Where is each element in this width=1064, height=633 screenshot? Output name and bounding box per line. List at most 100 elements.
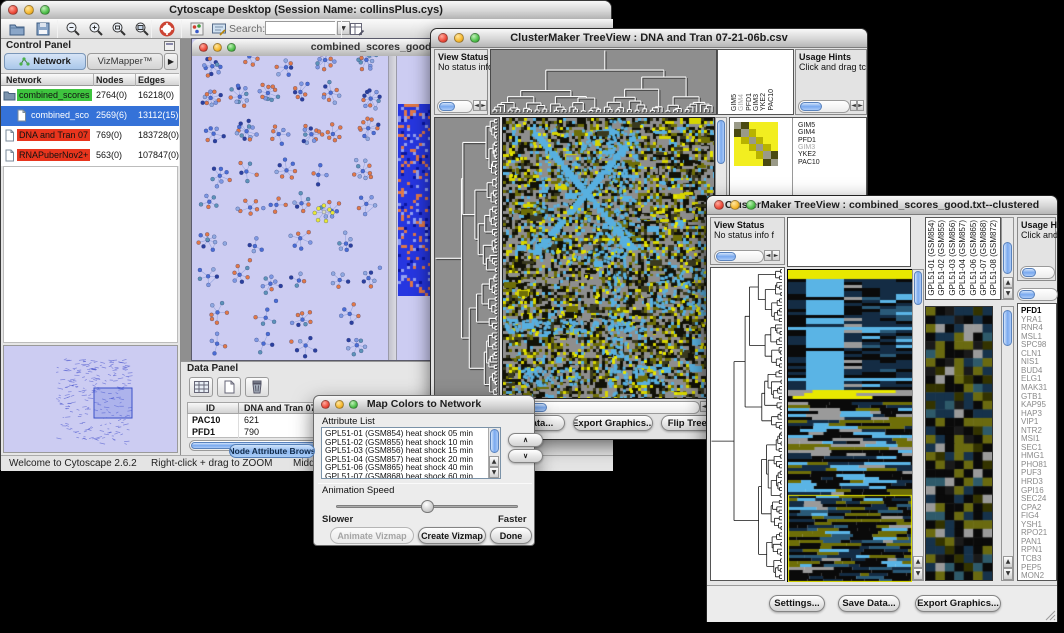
row-dendrogram[interactable] — [710, 267, 785, 581]
scrollbar-thumb[interactable] — [490, 429, 499, 453]
zoom-selected-region-icon[interactable] — [109, 19, 129, 39]
scrollbar-thumb[interactable] — [717, 120, 725, 164]
tab-network[interactable]: Network — [4, 53, 86, 70]
usage-hints-hscrollbar[interactable] — [798, 100, 850, 113]
heatmap-main[interactable] — [787, 269, 912, 582]
column-label[interactable]: GPL51-03 (GSM856) — [949, 220, 957, 296]
attribute-list-item[interactable]: GPL51-04 (GSM857) heat shock 20 min — [322, 455, 487, 464]
scroll-down-arrow[interactable]: ▼ — [1003, 288, 1013, 299]
scroll-down-arrow[interactable]: ▼ — [913, 568, 923, 580]
slider-thumb[interactable] — [421, 500, 434, 513]
col-nodes[interactable]: Nodes — [96, 75, 124, 85]
attribute-editor-icon[interactable] — [347, 19, 367, 39]
column-dendrogram[interactable] — [490, 49, 717, 115]
move-down-button[interactable]: ∨ — [508, 449, 543, 463]
table-grid-icon[interactable] — [189, 377, 213, 397]
close-button[interactable] — [321, 400, 330, 409]
network-table-row[interactable]: combined_sco2569(6)13112(15) — [1, 106, 179, 126]
zoom-fit-icon[interactable] — [132, 19, 152, 39]
attribute-list[interactable]: GPL51-01 (GSM854) heat shock 05 minGPL51… — [321, 427, 501, 479]
col-network[interactable]: Network — [6, 75, 42, 85]
close-button[interactable] — [438, 33, 448, 43]
network-table-row[interactable]: DNA and Tran 07769(0)183728(0) — [1, 126, 179, 146]
attribute-list-item[interactable]: GPL51-02 (GSM855) heat shock 10 min — [322, 438, 487, 447]
tab-vizmapper[interactable]: VizMapper™ — [87, 53, 163, 70]
attribute-list-vscrollbar[interactable]: ▲ ▼ — [488, 428, 500, 478]
main-window-titlebar[interactable]: Cytoscape Desktop (Session Name: collins… — [1, 1, 611, 20]
scroll-down-arrow[interactable]: ▼ — [489, 467, 499, 478]
gene-label[interactable]: HRD3 — [1021, 478, 1043, 486]
zoom-in-icon[interactable] — [86, 19, 106, 39]
new-attribute-icon[interactable] — [217, 377, 241, 397]
animation-speed-slider[interactable] — [336, 500, 518, 514]
minimize-button[interactable] — [335, 400, 344, 409]
delete-attribute-icon[interactable] — [245, 377, 269, 397]
scroll-left-arrow[interactable]: ◄ — [764, 250, 772, 261]
column-label[interactable]: GPL51-02 (GSM855) — [938, 220, 946, 296]
zoom-button[interactable] — [470, 33, 480, 43]
dialog-titlebar[interactable]: Map Colors to Network — [314, 396, 534, 414]
tab-overflow-arrow[interactable]: ▶ — [164, 53, 178, 70]
save-session-icon[interactable] — [33, 19, 53, 39]
minimize-button[interactable] — [454, 33, 464, 43]
close-button[interactable] — [8, 5, 18, 15]
network-table-row[interactable]: combined_scores2764(0)16218(0) — [1, 86, 179, 106]
scrollbar-thumb[interactable] — [914, 271, 922, 305]
annotation-icon[interactable] — [209, 19, 229, 39]
column-label[interactable]: GPL51-07 (GSM868) — [980, 220, 988, 296]
row-dendrogram[interactable] — [434, 117, 500, 397]
attribute-list-item[interactable]: GPL51-03 (GSM856) heat shock 15 min — [322, 446, 487, 455]
scroll-up-arrow[interactable]: ▲ — [489, 456, 499, 467]
gene-label[interactable]: SEC24 — [1021, 495, 1046, 503]
resize-grip[interactable] — [1044, 609, 1056, 621]
zoom-button[interactable] — [227, 43, 236, 52]
zoom-button[interactable] — [349, 400, 358, 409]
treeview-button-export-graphics-[interactable]: Export Graphics... — [573, 415, 653, 431]
gene-label[interactable]: KAP95 — [1021, 401, 1046, 409]
column-label[interactable]: GPL51-08 (GSM872) — [990, 220, 998, 296]
vizmap-palette-icon[interactable] — [187, 19, 207, 39]
gene-label[interactable]: FIG4 — [1021, 512, 1039, 520]
treeview-dna-titlebar[interactable]: ClusterMaker TreeView : DNA and Tran 07-… — [431, 29, 867, 48]
help-icon[interactable] — [157, 19, 177, 39]
attribute-list-item[interactable]: GPL51-07 (GSM868) heat shock 60 min — [322, 472, 487, 479]
move-up-button[interactable]: ∧ — [508, 433, 543, 447]
column-labels-vscrollbar[interactable]: ▲ ▼ — [1001, 217, 1014, 300]
open-session-icon[interactable] — [7, 19, 27, 39]
attribute-list-item[interactable]: GPL51-01 (GSM854) heat shock 05 min — [322, 429, 487, 438]
scroll-up-arrow[interactable]: ▲ — [1003, 556, 1013, 568]
search-input[interactable] — [266, 22, 336, 34]
column-label[interactable]: GPL51-01 (GSM854) — [928, 220, 936, 296]
gene-label[interactable]: VIP1 — [1021, 418, 1038, 426]
scroll-down-arrow[interactable]: ▼ — [1003, 568, 1013, 580]
zoom-button[interactable] — [40, 5, 50, 15]
heatmap-vscrollbar[interactable]: ▲ ▼ — [912, 269, 924, 581]
animate-vizmap-button[interactable]: Animate Vizmap — [330, 527, 414, 544]
minimize-button[interactable] — [730, 200, 740, 210]
close-button[interactable] — [714, 200, 724, 210]
scroll-right-arrow[interactable]: ► — [772, 250, 780, 261]
attribute-list-item[interactable]: GPL51-06 (GSM865) heat shock 40 min — [322, 463, 487, 472]
scrollbar-thumb[interactable] — [1003, 242, 1012, 274]
heatmap-zoom-view[interactable] — [925, 306, 993, 581]
gene-label[interactable]: MAK31 — [1021, 384, 1047, 392]
scroll-up-arrow[interactable]: ▲ — [913, 556, 923, 568]
gene-label[interactable]: MON2 — [1021, 572, 1044, 580]
col-edges[interactable]: Edges — [138, 75, 165, 85]
minimize-button[interactable] — [24, 5, 34, 15]
close-button[interactable] — [199, 43, 208, 52]
minimize-button[interactable] — [213, 43, 222, 52]
heatmap-main[interactable] — [502, 117, 715, 399]
network-overview-panel[interactable] — [3, 345, 178, 453]
column-label[interactable]: GPL51-06 (GSM865) — [970, 220, 978, 296]
treeview-combined-titlebar[interactable]: ClusterMaker TreeView : combined_scores_… — [707, 196, 1057, 215]
id-column-header[interactable]: ID — [206, 403, 215, 413]
create-vizmap-button[interactable]: Create Vizmap — [418, 527, 486, 544]
float-panel-icon[interactable] — [164, 41, 175, 51]
column-label[interactable]: GPL51-04 (GSM857) — [959, 220, 967, 296]
gene-label[interactable]: TCB3 — [1021, 555, 1041, 563]
zoom-out-icon[interactable] — [63, 19, 83, 39]
view-status-hscrollbar[interactable] — [437, 100, 473, 113]
done-button[interactable]: Done — [490, 527, 532, 544]
scroll-up-arrow[interactable]: ▲ — [1003, 277, 1013, 288]
